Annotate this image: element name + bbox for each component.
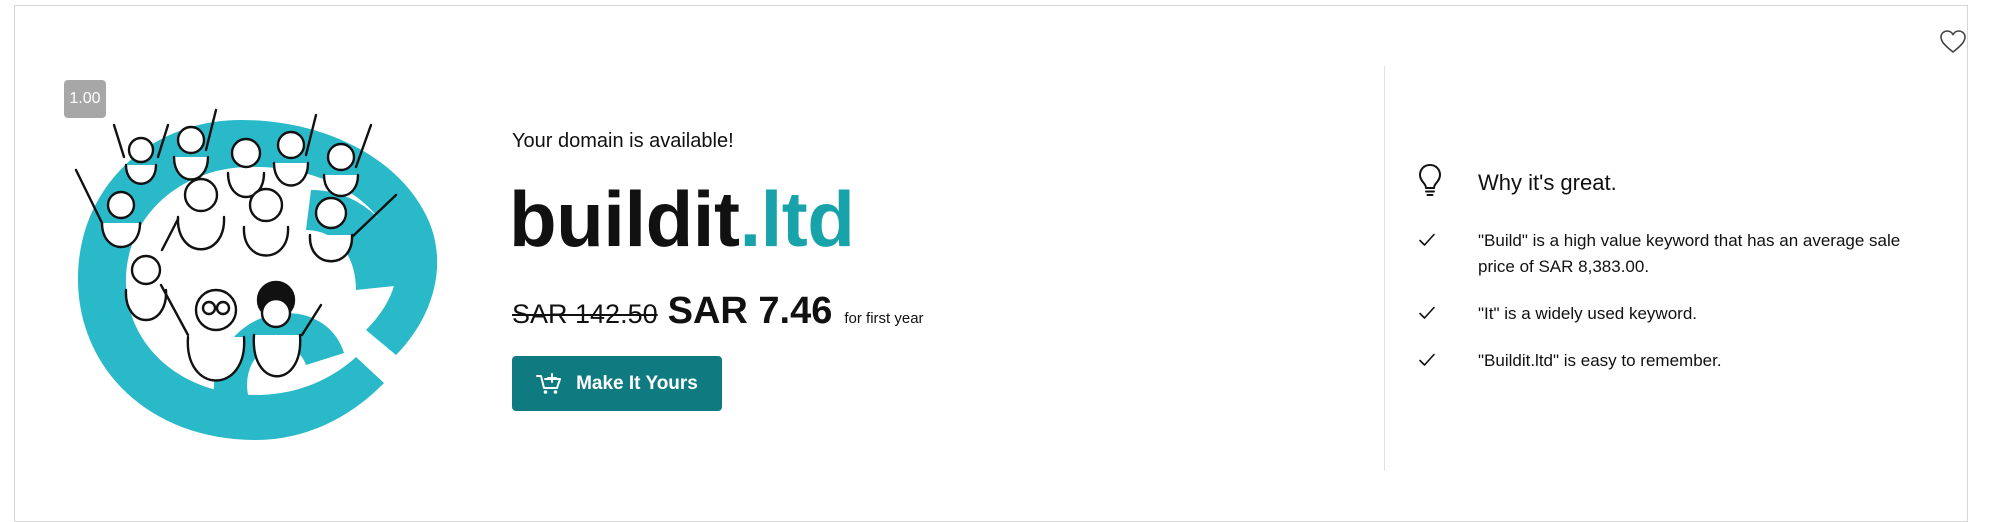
why-title: Why it's great. (1478, 170, 1617, 195)
cart-add-icon (536, 372, 562, 394)
make-it-yours-label: Make It Yours (576, 372, 698, 394)
price-term: for first year (844, 310, 924, 327)
crowd-illustration (74, 108, 438, 440)
reason-item: "Build" is a high value keyword that has… (1418, 228, 1938, 280)
heart-icon (1940, 30, 1966, 53)
reason-text: "Build" is a high value keyword that has… (1478, 231, 1901, 276)
reason-text: "It" is a widely used keyword. (1478, 304, 1697, 323)
pricing: SAR 142.50 SAR 7.46 for first year (512, 290, 924, 333)
domain-sld: buildit (509, 175, 740, 263)
lightbulb-icon (1419, 164, 1441, 196)
checkmark-icon (1419, 306, 1435, 319)
current-price: SAR 7.46 (667, 290, 833, 332)
reason-item: "Buildit.ltd" is easy to remember. (1418, 348, 1938, 374)
make-it-yours-button[interactable]: Make It Yours (512, 356, 722, 411)
section-divider (1384, 66, 1385, 471)
original-price: SAR 142.50 (512, 299, 658, 329)
reason-text: "Buildit.ltd" is easy to remember. (1478, 351, 1722, 370)
checkmark-icon (1419, 233, 1435, 246)
availability-message: Your domain is available! (512, 130, 734, 152)
domain-tld: .ltd (739, 175, 855, 263)
reason-item: "It" is a widely used keyword. (1418, 301, 1938, 327)
favorite-button[interactable] (1937, 26, 1969, 58)
reasons-list: "Build" is a high value keyword that has… (1418, 228, 1938, 395)
checkmark-icon (1419, 353, 1435, 366)
domain-name: buildit.ltd (509, 180, 855, 258)
